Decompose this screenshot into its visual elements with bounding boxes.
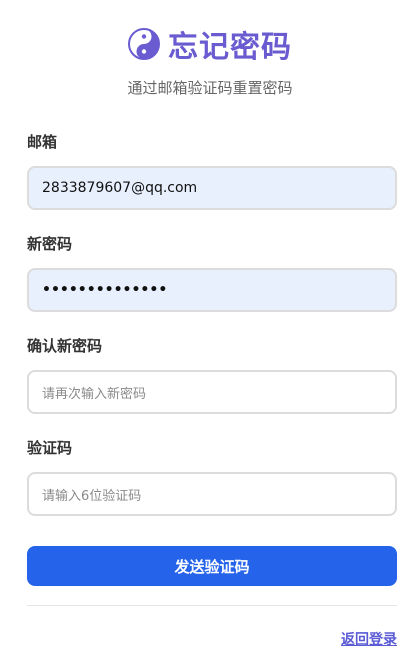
email-value: 2833879607@qq.com — [42, 180, 198, 196]
page-title: 忘记密码 — [168, 30, 292, 65]
confirm-password-placeholder: 请再次输入新密码 — [42, 386, 147, 402]
email-field[interactable]: 2833879607@qq.com — [27, 166, 397, 210]
email-label: 邮箱 — [27, 133, 58, 151]
code-label: 验证码 — [27, 439, 73, 457]
confirm-password-label: 确认新密码 — [27, 337, 103, 355]
page-subtitle: 通过邮箱验证码重置密码 — [127, 79, 293, 97]
confirm-password-field[interactable]: 请再次输入新密码 — [27, 370, 397, 414]
new-password-field[interactable]: •••••••••••••• — [27, 268, 397, 312]
verification-code-placeholder: 请输入6位验证码 — [42, 488, 142, 504]
new-password-value: •••••••••••••• — [42, 282, 168, 298]
yin-yang-icon — [128, 28, 160, 60]
send-code-button[interactable]: 发送验证码 — [27, 546, 397, 586]
divider — [27, 605, 397, 606]
back-to-login-link[interactable]: 返回登录 — [341, 629, 397, 649]
header: 忘记密码 — [0, 22, 420, 66]
forgot-password-page: 忘记密码 通过邮箱验证码重置密码 邮箱 2833879607@qq.com 新密… — [0, 0, 420, 669]
verification-code-field[interactable]: 请输入6位验证码 — [27, 472, 397, 516]
new-password-label: 新密码 — [27, 235, 73, 253]
